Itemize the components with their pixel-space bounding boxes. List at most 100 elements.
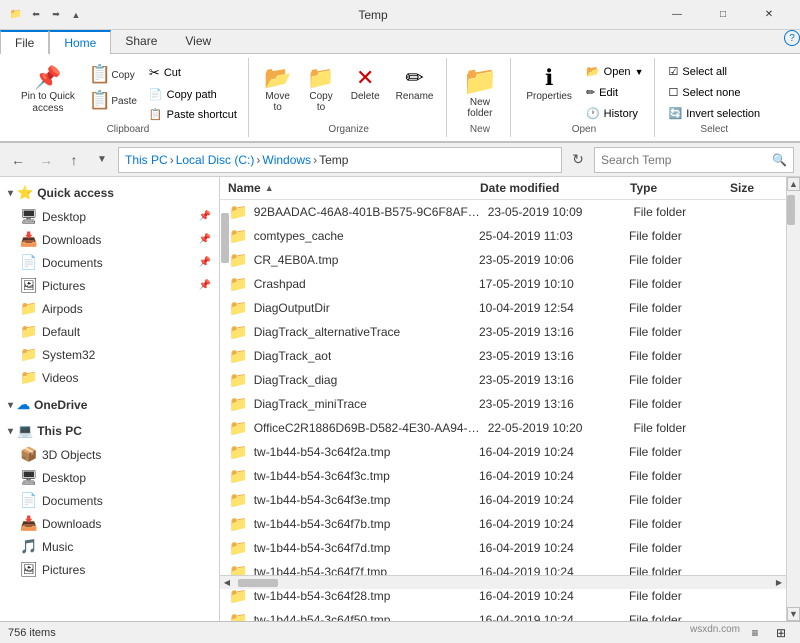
file-scroll-up[interactable]: ▲	[787, 177, 800, 191]
table-row[interactable]: 📁 tw-1b44-b54-3c64f2a.tmp 16-04-2019 10:…	[220, 440, 786, 464]
up-button[interactable]: ↑	[62, 148, 86, 172]
copy-button[interactable]: 📋 Copy	[84, 62, 142, 86]
search-box[interactable]: 🔍	[594, 147, 794, 173]
onedrive-icon: ☁	[17, 397, 30, 413]
system32-icon: 📁	[20, 346, 36, 363]
sidebar-item-documents-pc[interactable]: 📄 Documents	[0, 489, 219, 512]
refresh-button[interactable]: ↻	[566, 148, 590, 172]
path-local-disc[interactable]: Local Disc (C:)	[176, 153, 255, 167]
sidebar-item-system32[interactable]: 📁 System32	[0, 343, 219, 366]
table-row[interactable]: 📁 OfficeC2R1886D69B-D582-4E30-AA94-53...…	[220, 416, 786, 440]
documents-icon: 📄	[20, 254, 36, 271]
watermark: wsxdn.com	[690, 624, 740, 642]
tab-share[interactable]: Share	[111, 30, 171, 53]
table-row[interactable]: 📁 tw-1b44-b54-3c64f3c.tmp 16-04-2019 10:…	[220, 464, 786, 488]
invert-selection-icon: 🔄	[668, 107, 682, 120]
open-button[interactable]: 📂 Open ▼	[581, 62, 649, 81]
sidebar-item-desktop-pc[interactable]: 🖥 Desktop	[0, 466, 219, 489]
address-path[interactable]: This PC › Local Disc (C:) › Windows › Te…	[118, 147, 562, 173]
close-button[interactable]: ✕	[746, 0, 792, 30]
sidebar-quick-access-header[interactable]: ▾ ⭐ Quick access	[0, 181, 219, 205]
tab-file[interactable]: File	[0, 30, 49, 54]
sidebar-onedrive-header[interactable]: ▾ ☁ OneDrive	[0, 393, 219, 417]
table-row[interactable]: 📁 DiagTrack_alternativeTrace 23-05-2019 …	[220, 320, 786, 344]
sidebar-item-music-pc[interactable]: 🎵 Music	[0, 535, 219, 558]
sidebar-item-downloads-qa[interactable]: 📥 Downloads 📌	[0, 228, 219, 251]
file-scroll-down[interactable]: ▼	[787, 607, 800, 621]
table-row[interactable]: 📁 92BAADAC-46A8-401B-B575-9C6F8AFF6... 2…	[220, 200, 786, 224]
table-row[interactable]: 📁 tw-1b44-b54-3c64f3e.tmp 16-04-2019 10:…	[220, 488, 786, 512]
pin-to-quick-access-button[interactable]: 📌 Pin to Quickaccess	[14, 62, 82, 120]
sidebar-item-desktop-qa[interactable]: 🖥 Desktop 📌	[0, 205, 219, 228]
desktop-label: Desktop	[42, 210, 193, 224]
pictures-pc-label: Pictures	[42, 563, 211, 577]
recent-locations-button[interactable]: ▼	[90, 148, 114, 172]
delete-icon: ✕	[356, 67, 374, 89]
sidebar-item-pictures-qa[interactable]: 🖼 Pictures 📌	[0, 274, 219, 297]
col-header-size[interactable]: Size	[726, 181, 786, 195]
file-date: 22-05-2019 10:20	[484, 421, 630, 435]
move-to-button[interactable]: 📂 Moveto	[257, 62, 298, 118]
clipboard-group: 📌 Pin to Quickaccess 📋 Copy 📋 Paste	[8, 58, 249, 137]
h-scroll-left[interactable]: ◀	[220, 576, 234, 590]
new-folder-button[interactable]: 📁 Newfolder	[455, 62, 504, 124]
file-date: 23-05-2019 13:16	[475, 373, 625, 387]
select-none-button[interactable]: ☐ Select none	[663, 83, 765, 102]
tab-home[interactable]: Home	[49, 30, 111, 54]
col-header-name[interactable]: Name ▲	[220, 181, 476, 195]
details-view-button[interactable]: ≡	[744, 624, 766, 642]
rename-button[interactable]: ✏ Rename	[389, 62, 441, 107]
file-date: 16-04-2019 10:24	[475, 469, 625, 483]
forward-button[interactable]: →	[34, 148, 58, 172]
back-button[interactable]: ←	[6, 148, 30, 172]
table-row[interactable]: 📁 DiagOutputDir 10-04-2019 12:54 File fo…	[220, 296, 786, 320]
paste-shortcut-button[interactable]: 📋 Paste shortcut	[144, 105, 242, 124]
file-list-header: Name ▲ Date modified Type Size	[220, 177, 786, 200]
tab-view[interactable]: View	[171, 30, 225, 53]
search-input[interactable]	[601, 153, 768, 167]
paste-button[interactable]: 📋 Paste	[84, 88, 142, 112]
file-type: File folder	[625, 373, 725, 387]
invert-selection-button[interactable]: 🔄 Invert selection	[663, 104, 765, 123]
table-row[interactable]: 📁 tw-1b44-b54-3c64f50.tmp 16-04-2019 10:…	[220, 608, 786, 621]
paste-shortcut-icon: 📋	[149, 108, 163, 121]
ribbon-tabs: File Home Share View ?	[0, 30, 800, 54]
table-row[interactable]: 📁 DiagTrack_miniTrace 23-05-2019 13:16 F…	[220, 392, 786, 416]
table-row[interactable]: 📁 comtypes_cache 25-04-2019 11:03 File f…	[220, 224, 786, 248]
sidebar-thispc-header[interactable]: ▾ 💻 This PC	[0, 419, 219, 443]
table-row[interactable]: 📁 Crashpad 17-05-2019 10:10 File folder	[220, 272, 786, 296]
table-row[interactable]: 📁 CR_4EB0A.tmp 23-05-2019 10:06 File fol…	[220, 248, 786, 272]
status-right: wsxdn.com ≡ ⊞	[690, 624, 792, 642]
sidebar-item-airpods[interactable]: 📁 Airpods	[0, 297, 219, 320]
table-row[interactable]: 📁 DiagTrack_diag 23-05-2019 13:16 File f…	[220, 368, 786, 392]
file-name: tw-1b44-b54-3c64f7d.tmp	[254, 541, 391, 555]
sidebar-item-default[interactable]: 📁 Default	[0, 320, 219, 343]
table-row[interactable]: 📁 tw-1b44-b54-3c64f7d.tmp 16-04-2019 10:…	[220, 536, 786, 560]
maximize-button[interactable]: □	[700, 0, 746, 30]
sidebar-item-3d-objects[interactable]: 📦 3D Objects	[0, 443, 219, 466]
copy-path-button[interactable]: 📄 Copy path	[144, 85, 242, 104]
delete-button[interactable]: ✕ Delete	[344, 62, 387, 107]
col-header-date[interactable]: Date modified	[476, 181, 626, 195]
help-icon[interactable]: ?	[784, 30, 800, 46]
path-windows[interactable]: Windows	[262, 153, 311, 167]
sidebar-item-pictures-pc[interactable]: 🖼 Pictures	[0, 558, 219, 581]
cut-button[interactable]: ✂ Cut	[144, 62, 242, 84]
copy-to-button[interactable]: 📁 Copyto	[300, 62, 341, 118]
sidebar-item-downloads-pc[interactable]: 📥 Downloads	[0, 512, 219, 535]
path-this-pc[interactable]: This PC	[125, 153, 168, 167]
sidebar-item-videos[interactable]: 📁 Videos	[0, 366, 219, 389]
edit-button[interactable]: ✏ Edit	[581, 83, 649, 102]
table-row[interactable]: 📁 DiagTrack_aot 23-05-2019 13:16 File fo…	[220, 344, 786, 368]
table-row[interactable]: 📁 tw-1b44-b54-3c64f7b.tmp 16-04-2019 10:…	[220, 512, 786, 536]
col-header-type[interactable]: Type	[626, 181, 726, 195]
select-all-button[interactable]: ☑ Select all	[663, 62, 765, 81]
sidebar-scrollbar[interactable]: ▲ ▼	[220, 177, 232, 621]
minimize-button[interactable]: —	[654, 0, 700, 30]
properties-button[interactable]: ℹ Properties	[519, 62, 579, 107]
h-scroll-right[interactable]: ▶	[772, 576, 786, 590]
history-button[interactable]: 🕐 History	[581, 104, 649, 123]
sidebar-item-documents-qa[interactable]: 📄 Documents 📌	[0, 251, 219, 274]
tiles-view-button[interactable]: ⊞	[770, 624, 792, 642]
file-scrollbar[interactable]: ▲ ▼	[786, 177, 800, 621]
